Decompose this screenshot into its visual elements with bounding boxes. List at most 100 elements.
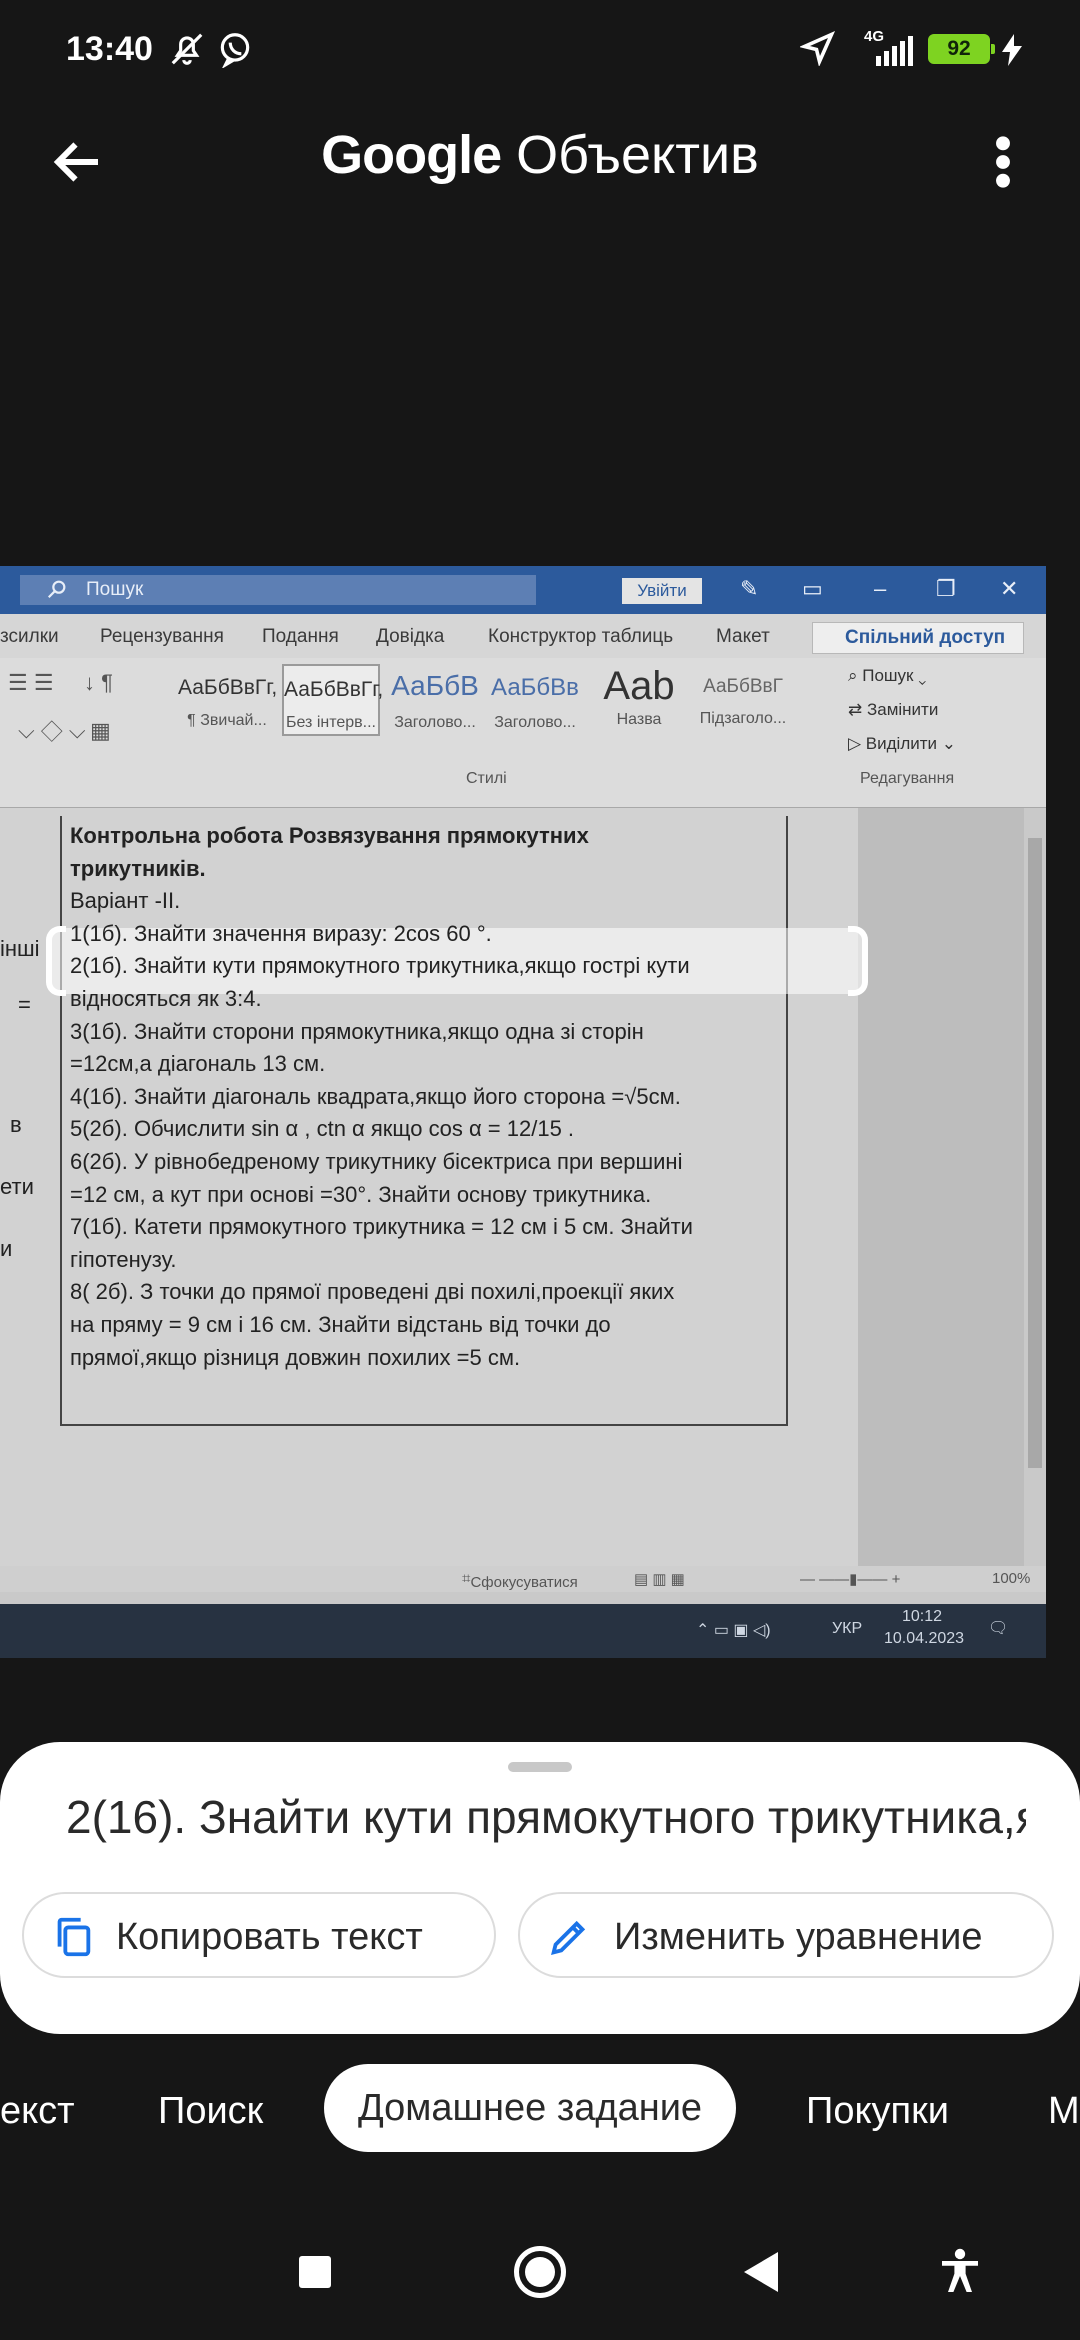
mode-text[interactable]: екст [0, 2090, 75, 2133]
word-replace-label: Замінити [866, 700, 939, 719]
style-name: Заголово... [494, 714, 576, 731]
style-heading1: АаБбВ Заголово... [386, 664, 484, 736]
doc-line: гіпотенузу. [70, 1246, 177, 1272]
style-preview: АаБбВв [491, 674, 579, 701]
ribbon-display-icon: ▭ [802, 576, 823, 601]
recognized-text-value: 2(16). Знайти кути прямокутного трикутни… [66, 1791, 1026, 1843]
doc-line: 8( 2б). З точки до прямої проведені дві … [70, 1279, 675, 1305]
word-tab: Конструктор таблиць [488, 626, 674, 647]
left-column-text: = [18, 992, 31, 1017]
pen-icon: ✎ [740, 576, 759, 601]
style-heading2: АаБбВв Заголово... [486, 664, 584, 736]
word-tab: зсилки [0, 626, 59, 647]
left-column-text: ети [0, 1174, 34, 1199]
taskbar-time: 10:12 [902, 1608, 943, 1625]
recents-icon[interactable] [299, 2256, 331, 2288]
word-search-placeholder: Пошук [86, 579, 144, 600]
mute-bell-icon [168, 30, 206, 73]
doc-line: 6(2б). У рівнобедреному трикутнику бісек… [70, 1148, 683, 1174]
app-title: Google Объектив [0, 124, 1080, 186]
style-preview: АаБбВ [391, 670, 479, 701]
more-vert-icon[interactable] [978, 130, 1028, 194]
word-tab: Рецензування [100, 626, 224, 647]
doc-line-selected: відносяться як 3:4. [70, 985, 262, 1011]
style-title: Aab Назва [590, 664, 688, 736]
minimize-icon: – [874, 576, 887, 601]
style-preview: АаБбВвГг, [284, 678, 384, 701]
accessibility-icon[interactable] [940, 2248, 980, 2299]
copy-icon [50, 1914, 96, 1960]
doc-line: =12см,а діагональ 13 см. [70, 1051, 326, 1077]
brand-name: Google [321, 125, 502, 185]
word-ribbon-tabs: зсилки Рецензування Подання Довідка Конс… [0, 614, 1046, 658]
left-column-text: інші [0, 936, 40, 961]
left-column-text: в [10, 1112, 22, 1137]
windows-taskbar: ⌃ ▭ ▣ ◁) УКР 10:12 10.04.2023 🗨 [0, 1604, 1046, 1658]
word-find-label: Пошук [862, 666, 914, 685]
style-normal: АаБбВвГг, ¶ Звичай... [178, 664, 278, 736]
mode-more[interactable]: М [1048, 2090, 1080, 2133]
word-scrollbar [1024, 808, 1046, 1566]
copy-text-label: Копировать текст [116, 1916, 423, 1958]
doc-line: на пряму = 9 см і 16 см. Знайти відстань… [70, 1311, 611, 1337]
style-name: Підзаголо... [699, 710, 787, 727]
mode-shopping[interactable]: Покупки [806, 2090, 949, 2133]
navigation-arrow-icon [798, 30, 836, 71]
document-text: Контрольна робота Розвязування прямокутн… [70, 820, 790, 1374]
copy-text-button[interactable]: Копировать текст [22, 1892, 496, 1978]
pencil-icon [546, 1914, 592, 1960]
indent-icon: ☰ ☰ [8, 670, 54, 695]
recognized-text[interactable]: 2(16). Знайти кути прямокутного трикутни… [66, 1790, 1026, 1844]
keyboard-language: УКР [832, 1620, 863, 1637]
selection-handle-right[interactable] [848, 926, 868, 996]
shading-icon: ⌵ ◇ ⌵ [18, 718, 86, 743]
restore-icon: ❐ [936, 576, 956, 601]
style-name: Без інтерв... [286, 714, 376, 731]
selection-handle-left[interactable] [46, 926, 66, 996]
doc-line: 3(1б). Знайти сторони прямокутника,якщо … [70, 1018, 644, 1044]
style-preview: АаБбВвГг, [178, 676, 278, 699]
doc-line: =12 см, а кут при основі =30°. Знайти ос… [70, 1181, 652, 1207]
word-tab: Макет [716, 626, 770, 647]
app-bar: Google Объектив [0, 110, 1080, 210]
style-no-spacing: АаБбВвГг, Без інтерв... [282, 664, 384, 736]
home-icon[interactable] [514, 2246, 566, 2298]
word-page: інші = в ети и Контрольна робота Розвязу… [0, 808, 868, 1566]
style-name: Назва [616, 711, 662, 728]
mode-homework[interactable]: Домашнее задание [324, 2064, 737, 2152]
doc-line: 4(1б). Знайти діагональ квадрата,якщо йо… [70, 1083, 681, 1109]
status-time: 13:40 [66, 30, 153, 68]
viber-icon [216, 30, 254, 73]
doc-line: 1(1б). Знайти значення виразу: 2cos 60 °… [70, 920, 492, 946]
focus-mode-label: Сфокусуватися [470, 1574, 578, 1591]
style-preview: АаБбВвГ [703, 676, 783, 697]
style-name: ¶ Звичай... [187, 712, 267, 729]
word-select: ▷ Виділити ⌄ [848, 734, 956, 753]
zoom-level: 100% [992, 1570, 1031, 1587]
style-preview: Aab [603, 664, 675, 708]
word-login-button: Увійти [622, 578, 702, 604]
notification-icon: 🗨 [988, 1620, 1009, 1637]
sheet-drag-handle[interactable] [508, 1762, 572, 1772]
word-tab: Подання [262, 626, 339, 647]
editing-group-label: Редагування [860, 770, 955, 787]
status-bar: 13:40 4G 92 [0, 0, 1080, 100]
mode-search[interactable]: Поиск [158, 2090, 263, 2133]
doc-line: Контрольна робота Розвязування прямокутн… [70, 823, 589, 848]
borders-icon: ▦ [90, 718, 111, 743]
edit-equation-label: Изменить уравнение [614, 1916, 983, 1958]
word-status-bar: ⌗ Сфокусуватися ▤ ▥ ▦ — ——▮—— + 100% [0, 1566, 1046, 1592]
style-subtitle: АаБбВвГ Підзаголо... [694, 664, 792, 736]
word-title-bar: Пошук Увійти ✎ ▭ – ❐ ✕ [0, 566, 1046, 614]
edit-equation-button[interactable]: Изменить уравнение [518, 1892, 1054, 1978]
doc-line: 7(1б). Катети прямокутного трикутника = … [70, 1214, 693, 1240]
close-icon: ✕ [1000, 576, 1019, 601]
word-tab: Довідка [376, 626, 445, 647]
style-name: Заголово... [394, 714, 476, 731]
tray-icons: ⌃ ▭ ▣ ◁) [696, 1622, 771, 1639]
product-name: Объектив [516, 125, 759, 185]
nav-back-icon[interactable] [744, 2252, 778, 2297]
signal-icon [862, 36, 914, 71]
search-icon [46, 578, 68, 610]
results-sheet: 2(16). Знайти кути прямокутного трикутни… [0, 1742, 1080, 2034]
